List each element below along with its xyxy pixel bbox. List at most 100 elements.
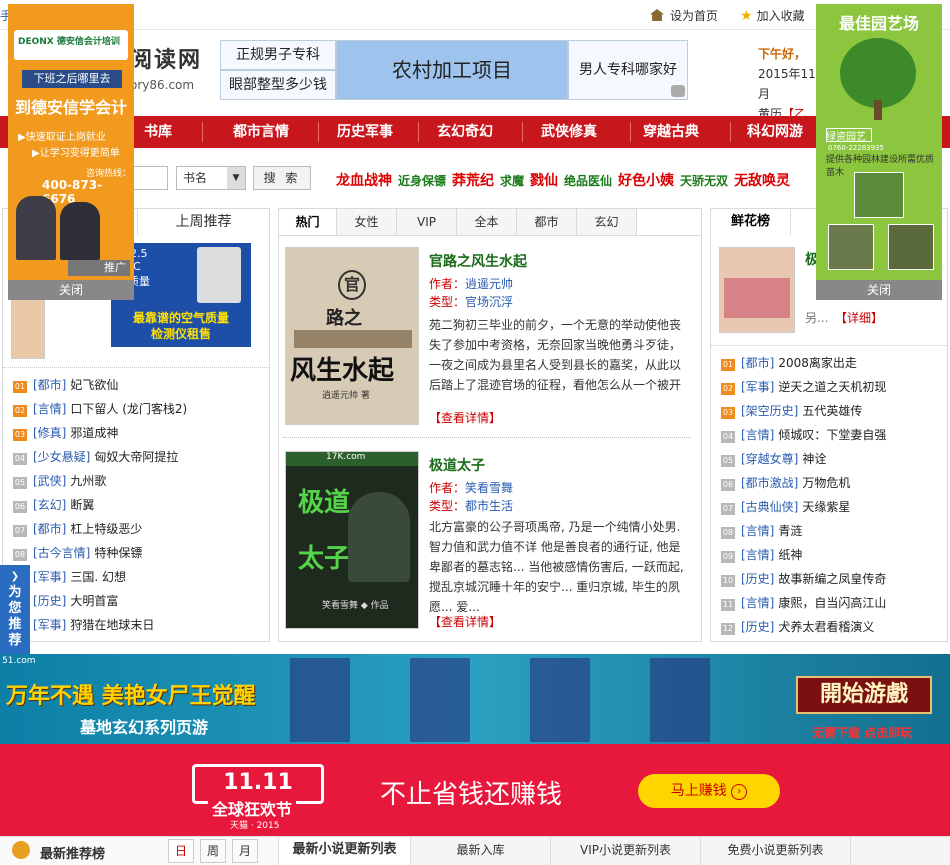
hot-link[interactable]: 戮仙 <box>530 173 558 189</box>
add-favorite-link[interactable]: ★ 加入收藏 <box>740 7 805 24</box>
rank-title[interactable]: 匈奴大帝阿提拉 <box>94 450 178 464</box>
rank-title[interactable]: 天缘紫星 <box>802 500 850 514</box>
hot-link[interactable]: 天骄无双 <box>680 174 728 188</box>
book-title[interactable]: 官路之风生水起 <box>429 251 527 271</box>
hot-link[interactable]: 好色小姨 <box>618 173 674 189</box>
text-ad-featured[interactable]: 农村加工项目 <box>336 40 568 100</box>
rank-title[interactable]: 五代英雄传 <box>802 404 862 418</box>
rank-category[interactable]: [穿越女尊] <box>741 452 798 466</box>
rank-title[interactable]: 杠上特级恶少 <box>70 522 142 536</box>
rank-list-item[interactable]: 08 [言情] 青涟 <box>721 519 802 543</box>
tab-week[interactable]: 周 <box>200 839 226 863</box>
rank-list-item[interactable]: 01 [都市] 2008离家出走 <box>721 351 857 375</box>
rank-category[interactable]: [言情] <box>741 596 774 610</box>
center-tab[interactable]: 热门 <box>279 209 337 236</box>
rank-category[interactable]: [言情] <box>741 524 774 538</box>
set-home-link[interactable]: 设为首页 <box>650 7 718 24</box>
featured-book-cover[interactable] <box>719 247 795 333</box>
text-ad[interactable]: 正规男子专科 <box>220 40 336 70</box>
book-cover[interactable]: 官 路之 风生水起 逍遥元帅 著 <box>285 247 419 425</box>
rank-list-item[interactable]: 03 [架空历史] 五代英雄传 <box>721 399 862 423</box>
rank-category[interactable]: [武侠] <box>33 474 66 488</box>
center-tab[interactable]: 全本 <box>457 209 517 235</box>
rank-list-item[interactable]: 11[军事]狩猎在地球末日 <box>13 613 154 637</box>
rank-title[interactable]: 犬养太君看稽演义 <box>778 620 874 634</box>
nav-item-time-travel[interactable]: 穿越古典 <box>628 116 714 148</box>
rank-list-item[interactable]: 11 [言情] 康熙，自当闪高江山 <box>721 591 886 615</box>
rank-title[interactable]: 狩猎在地球末日 <box>70 618 154 632</box>
tab-new-arrivals[interactable]: 最新入库 <box>411 837 551 865</box>
view-details-link[interactable]: 【查看详情】 <box>429 613 501 630</box>
rank-category[interactable]: [军事] <box>33 618 66 632</box>
rank-category[interactable]: [都市激战] <box>741 476 798 490</box>
hot-link[interactable]: 莽荒纪 <box>452 173 494 189</box>
rank-list-item[interactable]: 04 [言情] 倾城叹：下堂妻自强 <box>721 423 886 447</box>
rank-list-item[interactable]: 05 [武侠] 九州歌 <box>13 469 106 493</box>
site-logo[interactable]: 阅读网 ory86.com <box>130 42 220 102</box>
view-details-link[interactable]: 【查看详情】 <box>429 409 501 426</box>
nav-item-history-military[interactable]: 历史军事 <box>322 116 408 148</box>
hot-link[interactable]: 绝品医仙 <box>564 174 612 188</box>
earn-now-button[interactable]: 马上赚钱 › <box>638 774 780 808</box>
text-ad[interactable]: 男人专科哪家好 <box>568 40 688 100</box>
close-ad-button[interactable]: 关闭 <box>8 280 134 300</box>
book-cover[interactable]: 17K.com 极道 太子 笑看雪舞 ◆ 作品 <box>285 451 419 629</box>
nav-item-wuxia[interactable]: 武侠修真 <box>526 116 612 148</box>
text-ad[interactable]: 眼部整型多少钱 <box>220 70 336 100</box>
rank-title[interactable]: 断翼 <box>70 498 94 512</box>
nav-item-scifi[interactable]: 科幻网游 <box>732 116 818 148</box>
tab-day[interactable]: 日 <box>168 839 194 863</box>
rank-category[interactable]: [军事] <box>33 570 66 584</box>
rank-title[interactable]: 神诠 <box>802 452 826 466</box>
rank-list-item[interactable]: 01 [都市] 妃飞欲仙 <box>13 373 118 397</box>
search-button[interactable]: 搜 索 <box>253 166 311 190</box>
game-ad-banner[interactable]: 51.com 万年不遇 美艳女尸王觉醒 墓地玄幻系列页游 開始游戲 无需下载 点… <box>0 654 950 744</box>
rank-category[interactable]: [古典仙侠] <box>741 500 798 514</box>
rank-list-item[interactable]: 08 [古今言情] 特种保镖 <box>13 541 142 565</box>
rank-list-item[interactable]: 12 [历史] 犬养太君看稽演义 <box>721 615 874 639</box>
tab-latest-updates[interactable]: 最新小说更新列表 <box>279 837 411 865</box>
rank-list-item[interactable]: 06 [都市激战] 万物危机 <box>721 471 850 495</box>
hot-link[interactable]: 无敌唤灵 <box>734 173 790 189</box>
rank-category[interactable]: [言情] <box>741 428 774 442</box>
rank-category[interactable]: [历史] <box>33 594 66 608</box>
rank-category[interactable]: [修真] <box>33 426 66 440</box>
rank-category[interactable]: [言情] <box>741 548 774 562</box>
rank-category[interactable]: [古今言情] <box>33 546 90 560</box>
rank-title[interactable]: 九州歌 <box>70 474 106 488</box>
author-link[interactable]: 逍遥元帅 <box>465 277 513 291</box>
rank-title[interactable]: 故事新编之凤皇传奇 <box>778 572 886 586</box>
rank-category[interactable]: [历史] <box>741 620 774 634</box>
rank-title[interactable]: 青涟 <box>778 524 802 538</box>
rank-title[interactable]: 纸神 <box>778 548 802 562</box>
rank-title[interactable]: 口下留人 (龙门客栈2) <box>70 402 187 416</box>
nav-item-urban-romance[interactable]: 都市言情 <box>218 116 304 148</box>
rank-title[interactable]: 2008离家出走 <box>778 356 857 370</box>
tab-flower-ranking[interactable]: 鲜花榜 <box>711 209 791 235</box>
rank-list-item[interactable]: 02 [军事] 逆天之道之天机初现 <box>721 375 886 399</box>
tab-vip-updates[interactable]: VIP小说更新列表 <box>551 837 701 865</box>
tmall-ad-banner[interactable]: 11.11 全球狂欢节 天猫 · 2015 不止省钱还赚钱 马上赚钱 › <box>0 744 950 836</box>
tab-month[interactable]: 月 <box>232 839 258 863</box>
rank-category[interactable]: [言情] <box>33 402 66 416</box>
search-type-select[interactable]: 书名 ▼ <box>176 166 246 190</box>
rank-title[interactable]: 妃飞欲仙 <box>70 378 118 392</box>
rank-list-item[interactable]: 09 [言情] 纸神 <box>721 543 802 567</box>
nav-item-library[interactable]: 书库 <box>130 116 186 148</box>
rank-list-item[interactable]: 10 [历史] 故事新编之凤皇传奇 <box>721 567 886 591</box>
rank-title[interactable]: 康熙，自当闪高江山 <box>778 596 886 610</box>
rank-title[interactable]: 邪道成神 <box>70 426 118 440</box>
tab-free-updates[interactable]: 免费小说更新列表 <box>701 837 851 865</box>
type-link[interactable]: 都市生活 <box>465 499 513 513</box>
recommend-side-tab[interactable]: ❯ 为您推荐 <box>0 565 30 655</box>
rank-list-item[interactable]: 07 [都市] 杠上特级恶少 <box>13 517 142 541</box>
hot-link[interactable]: 近身保镖 <box>398 174 446 188</box>
center-tab[interactable]: 玄幻 <box>577 209 637 235</box>
rank-category[interactable]: [架空历史] <box>741 404 798 418</box>
rank-category[interactable]: [玄幻] <box>33 498 66 512</box>
rank-list-item[interactable]: 06 [玄幻] 断翼 <box>13 493 94 517</box>
search-input[interactable] <box>130 166 168 190</box>
rank-list-item[interactable]: 02 [言情] 口下留人 (龙门客栈2) <box>13 397 187 421</box>
hot-link[interactable]: 求魔 <box>500 174 524 188</box>
nav-item-fantasy[interactable]: 玄幻奇幻 <box>422 116 508 148</box>
